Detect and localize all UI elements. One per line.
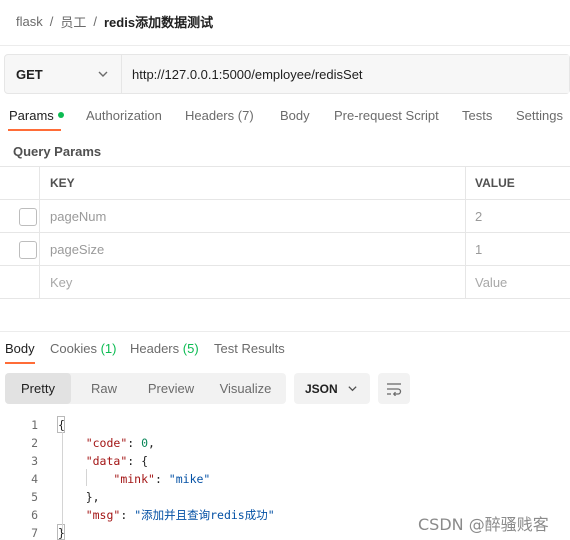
tab-pre-request-script[interactable]: Pre-request Script	[334, 108, 439, 123]
tab-settings[interactable]: Settings	[516, 108, 563, 123]
request-tabs: Params Authorization Headers (7) Body Pr…	[0, 108, 570, 130]
response-divider	[0, 331, 570, 332]
header-divider	[0, 45, 570, 46]
param-enable-checkbox[interactable]	[19, 208, 37, 226]
table-row: pageSize 1	[0, 233, 570, 266]
value-placeholder: Value	[475, 274, 508, 290]
param-key-cell[interactable]: pageSize	[40, 233, 466, 265]
response-tab-test-results[interactable]: Test Results	[214, 341, 285, 356]
row-checkbox-cell	[0, 200, 40, 232]
chevron-down-icon	[348, 386, 357, 392]
param-key: pageSize	[50, 241, 105, 257]
column-header-key: KEY	[40, 167, 466, 199]
response-tab-cookies-label: Cookies	[50, 341, 97, 356]
new-value-input[interactable]: Value	[466, 266, 570, 298]
tab-body[interactable]: Body	[280, 108, 310, 123]
query-params-title: Query Params	[13, 144, 102, 159]
code-text: "data": {	[85, 454, 149, 468]
row-checkbox-cell	[0, 266, 40, 298]
line-number: 3	[31, 454, 38, 468]
query-params-table: KEY VALUE pageNum 2 pageSize 1 Key Value	[0, 166, 570, 299]
view-mode-switcher: Pretty Raw Preview Visualize	[5, 373, 286, 404]
code-text: {	[58, 418, 65, 432]
code-line: 1 {	[0, 416, 570, 434]
params-active-dot	[57, 111, 64, 118]
view-visualize-button[interactable]: Visualize	[205, 373, 286, 404]
code-text: },	[85, 490, 100, 504]
tab-params[interactable]: Params	[9, 108, 64, 123]
line-number: 1	[31, 418, 38, 432]
breadcrumb-collection[interactable]: flask	[16, 14, 43, 29]
line-number: 2	[31, 436, 38, 450]
response-active-tab-indicator	[5, 362, 35, 364]
table-row: pageNum 2	[0, 200, 570, 233]
tab-authorization[interactable]: Authorization	[86, 108, 162, 123]
response-tab-headers-count: (5)	[182, 341, 199, 356]
param-value: 1	[475, 241, 483, 257]
breadcrumb-request-name[interactable]: redis添加数据测试	[104, 12, 213, 31]
new-key-input[interactable]: Key	[40, 266, 466, 298]
tab-params-label: Params	[9, 108, 54, 123]
response-tab-body[interactable]: Body	[5, 341, 35, 356]
key-placeholder: Key	[50, 274, 73, 290]
column-header-value: VALUE	[475, 176, 515, 190]
code-line: 2 "code": 0,	[0, 434, 570, 452]
code-text: "mink": "mike"	[113, 472, 211, 486]
breadcrumb: flask / 员工 / redis添加数据测试	[16, 12, 213, 30]
code-text: }	[58, 526, 65, 540]
tab-tests[interactable]: Tests	[462, 108, 492, 123]
param-value-cell[interactable]: 2	[466, 200, 570, 232]
param-key: pageNum	[50, 208, 107, 224]
code-text: "code": 0,	[85, 436, 155, 450]
code-text: "msg": "添加并且查询redis成功"	[85, 508, 275, 522]
param-value: 2	[475, 208, 483, 224]
chevron-down-icon	[98, 71, 108, 77]
line-number: 6	[31, 508, 38, 522]
breadcrumb-separator: /	[49, 13, 54, 29]
view-pretty-button[interactable]: Pretty	[5, 373, 71, 404]
response-tab-headers-label: Headers	[130, 341, 180, 356]
table-header-row: KEY VALUE	[0, 167, 570, 200]
response-tab-headers[interactable]: Headers (5)	[130, 341, 199, 356]
response-tab-cookies[interactable]: Cookies (1)	[50, 341, 116, 356]
param-enable-checkbox[interactable]	[19, 241, 37, 259]
watermark: CSDN @醉骚贱客	[418, 515, 549, 534]
response-tabs: Body Cookies (1) Headers (5) Test Result…	[0, 341, 570, 363]
code-line: 4 "mink": "mike"	[0, 470, 570, 488]
format-select[interactable]: JSON	[294, 373, 370, 404]
breadcrumb-folder[interactable]: 员工	[60, 12, 86, 31]
active-tab-indicator	[8, 129, 61, 131]
breadcrumb-separator: /	[93, 13, 97, 29]
method-label: GET	[16, 66, 43, 82]
param-key-cell[interactable]: pageNum	[40, 200, 466, 232]
tab-headers[interactable]: Headers (7)	[185, 108, 254, 123]
line-number: 5	[31, 490, 38, 504]
url-input[interactable]: http://127.0.0.1:5000/employee/redisSet	[122, 55, 569, 93]
method-select[interactable]: GET	[5, 55, 122, 93]
response-tab-cookies-count: (1)	[100, 341, 117, 356]
view-preview-button[interactable]: Preview	[137, 373, 205, 404]
param-value-cell[interactable]: 1	[466, 233, 570, 265]
line-number: 4	[31, 472, 38, 486]
wrap-lines-icon	[387, 382, 402, 396]
tab-headers-label: Headers	[185, 108, 235, 123]
wrap-lines-button[interactable]	[378, 373, 410, 404]
request-bar: GET http://127.0.0.1:5000/employee/redis…	[4, 54, 570, 94]
code-line: 5 },	[0, 488, 570, 506]
row-checkbox-cell	[0, 233, 40, 265]
header-checkbox-cell	[0, 167, 40, 199]
table-row-new: Key Value	[0, 266, 570, 299]
line-number: 7	[31, 526, 38, 540]
code-line: 3 "data": {	[0, 452, 570, 470]
view-raw-button[interactable]: Raw	[71, 373, 137, 404]
tab-headers-count: (7)	[237, 108, 254, 123]
format-label: JSON	[305, 381, 338, 396]
